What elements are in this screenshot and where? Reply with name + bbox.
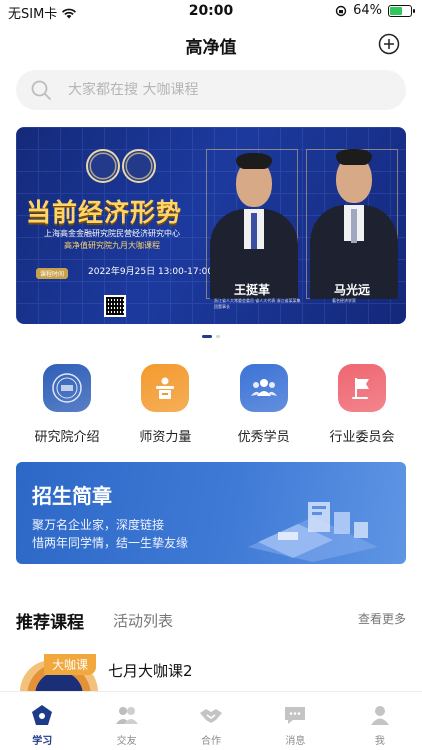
speaker-photo-1 xyxy=(206,139,302,299)
shortcut-grid: 研究院介绍 师资力量 优秀学员 行业委员会 xyxy=(22,364,407,445)
battery-percent: 64% xyxy=(353,3,382,18)
search-input[interactable] xyxy=(68,82,368,98)
tabbar-label: 我 xyxy=(374,736,385,747)
tabbar-item-profile[interactable]: 我 xyxy=(338,692,422,750)
enrollment-card[interactable]: 招生简章 聚万名企业家，深度链接 惜两年同学情，结一生挚友缘 xyxy=(16,462,406,564)
tie xyxy=(351,209,357,243)
enrollment-slogan-1: 聚万名企业家，深度链接 xyxy=(32,518,165,532)
battery-fill xyxy=(390,6,402,15)
banner-subtitle-2: 高净值研究院九月大咖课程 xyxy=(64,241,160,250)
hair xyxy=(236,153,272,169)
enrollment-slogan-2: 惜两年同学情，结一生挚友缘 xyxy=(32,536,189,550)
time-tag: 课程时间 xyxy=(36,268,69,279)
teacher-podium-glyph xyxy=(156,377,175,399)
profile-icon xyxy=(370,706,389,725)
page-title: 高净值 xyxy=(185,38,237,58)
carousel-indicator xyxy=(0,335,422,338)
shortcut-label: 研究院介绍 xyxy=(34,430,100,445)
course-badge: 大咖课 xyxy=(44,654,97,675)
shortcut-teachers[interactable]: 师资力量 xyxy=(120,364,210,445)
teacher-podium-icon[interactable] xyxy=(141,364,190,412)
tabbar-item-messages[interactable]: 消息 xyxy=(253,692,337,750)
status-bar: 无SIM卡 20:00 64% xyxy=(0,0,422,24)
tie xyxy=(251,213,257,249)
institute-seal-icon[interactable] xyxy=(43,364,91,412)
add-icon[interactable] xyxy=(378,33,400,55)
course-section-tabs: 推荐课程 活动列表 查看更多 xyxy=(16,608,406,633)
shortcut-label: 优秀学员 xyxy=(237,430,290,445)
qr-pattern xyxy=(106,297,124,315)
battery-icon xyxy=(388,4,415,17)
course-title[interactable]: 七月大咖课2 xyxy=(108,660,193,681)
speaker-note-1: 浙江省人大常委会委员 省人大代表 浙江省某某集团董事长 xyxy=(214,298,301,309)
shortcut-students[interactable]: 优秀学员 xyxy=(219,364,309,445)
tab-recommended-courses[interactable]: 推荐课程 xyxy=(16,608,84,633)
students-group-glyph xyxy=(250,379,277,396)
see-more-link[interactable]: 查看更多 xyxy=(358,610,406,627)
seal-logo-right xyxy=(122,149,156,183)
speaker-photo-2 xyxy=(306,139,402,299)
study-icon xyxy=(32,705,53,725)
shortcut-committee[interactable]: 行业委员会 xyxy=(317,364,407,445)
shortcut-institute[interactable]: 研究院介绍 xyxy=(22,364,112,445)
tabbar-item-study[interactable]: 学习 xyxy=(0,692,84,750)
tabbar-label: 学习 xyxy=(32,736,53,747)
students-group-icon[interactable] xyxy=(239,364,288,412)
committee-flag-icon[interactable] xyxy=(337,364,386,412)
banner-subtitle-1: 上海高金金融研究院民营经济研究中心 xyxy=(44,229,180,238)
tab-activity-list[interactable]: 活动列表 xyxy=(113,610,173,631)
search-bar[interactable] xyxy=(16,70,406,110)
enrollment-title: 招生简章 xyxy=(32,484,112,508)
orientation-lock-icon xyxy=(335,5,347,16)
committee-flag-glyph xyxy=(351,378,369,399)
qr-code xyxy=(104,295,126,317)
carousel-dot[interactable] xyxy=(216,335,220,338)
speaker-note-2: 著名经济学家 xyxy=(332,298,356,303)
speaker-name-2: 马光远 xyxy=(334,283,371,297)
tabbar-label: 消息 xyxy=(285,736,306,747)
seal-logo-left xyxy=(86,149,120,183)
institute-seal-glyph xyxy=(52,373,82,403)
hair xyxy=(336,149,372,165)
friends-icon xyxy=(115,707,138,724)
banner-date: 2022年9月25日 13:00-17:00 xyxy=(88,267,214,277)
status-right: 64% xyxy=(335,3,415,18)
tabbar-item-cooperation[interactable]: 合作 xyxy=(169,692,253,750)
speaker-name-1: 王挺革 xyxy=(234,283,271,297)
search-icon xyxy=(31,80,51,100)
tabbar-label: 交友 xyxy=(116,736,137,747)
shortcut-label: 师资力量 xyxy=(139,430,192,445)
isometric-illustration xyxy=(248,502,378,562)
tabbar-item-friends[interactable]: 交友 xyxy=(84,692,168,750)
banner-headline: 当前经济形势 xyxy=(26,198,183,227)
carousel-dot-active[interactable] xyxy=(202,335,212,338)
bottom-tab-bar: 学习 交友 合作 消息 我 xyxy=(0,691,422,750)
shortcut-label: 行业委员会 xyxy=(329,430,395,445)
handshake-icon xyxy=(200,709,223,723)
promo-banner[interactable]: 当前经济形势 上海高金金融研究院民营经济研究中心 高净值研究院九月大咖课程 课程… xyxy=(16,127,406,324)
tabbar-label: 合作 xyxy=(201,736,222,747)
message-icon xyxy=(285,707,306,724)
